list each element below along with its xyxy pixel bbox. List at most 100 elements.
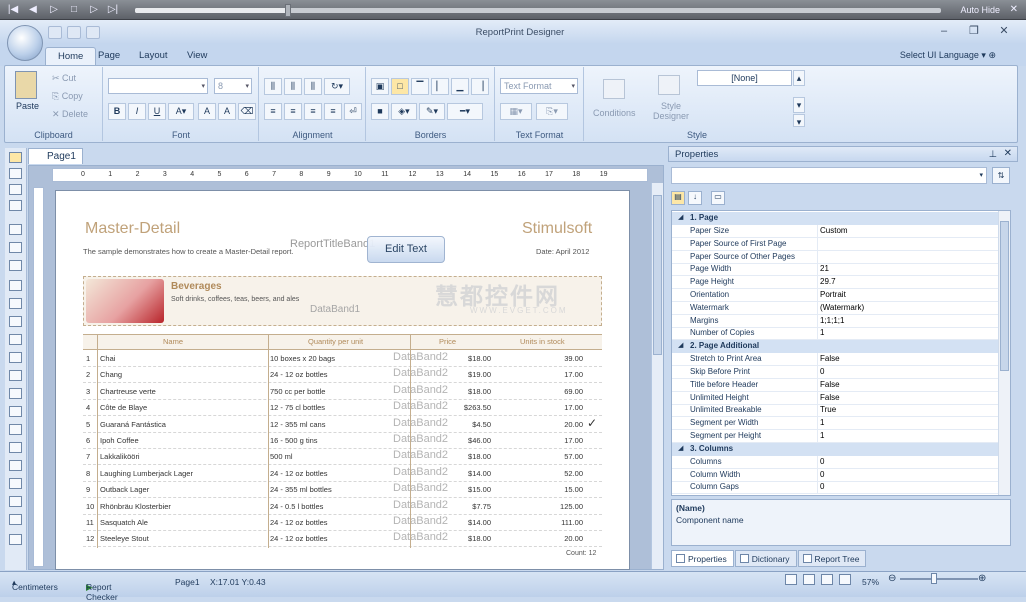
- report-date[interactable]: Date: April 2012: [536, 247, 589, 256]
- property-value[interactable]: False: [820, 380, 840, 389]
- units-selector[interactable]: Centimeters ▴: [12, 577, 58, 592]
- delete-button[interactable]: ✕ Delete: [52, 109, 88, 120]
- save-icon[interactable]: [48, 26, 62, 39]
- line-icon[interactable]: [9, 406, 22, 417]
- shrink-font-icon[interactable]: A: [218, 103, 236, 120]
- underline-button[interactable]: U: [148, 103, 166, 120]
- tab-page1[interactable]: Page1: [28, 148, 83, 164]
- category-description[interactable]: Soft drinks, coffees, teas, beers, and a…: [171, 296, 299, 303]
- grow-font-icon[interactable]: A: [198, 103, 216, 120]
- text-icon[interactable]: [9, 316, 22, 327]
- property-value[interactable]: 21: [820, 264, 829, 273]
- zoom-value[interactable]: 57%: [862, 577, 879, 587]
- more-tools-icon[interactable]: [9, 534, 22, 545]
- alphabetical-icon[interactable]: ↓: [688, 191, 702, 205]
- property-value[interactable]: 1: [820, 431, 824, 440]
- undo-icon[interactable]: [67, 26, 81, 39]
- panel-icon[interactable]: [9, 280, 22, 291]
- category-image[interactable]: [86, 279, 164, 323]
- property-value[interactable]: True: [820, 405, 836, 414]
- border-color-icon[interactable]: ✎▾: [419, 103, 445, 120]
- prev-icon[interactable]: ◀: [26, 3, 40, 17]
- align-bottom-icon[interactable]: ⫼: [304, 78, 322, 95]
- help-icon[interactable]: ⊕: [988, 50, 996, 60]
- paste-icon[interactable]: [15, 71, 37, 99]
- border-bottom-icon[interactable]: ▁: [451, 78, 469, 95]
- cross-band-icon[interactable]: [9, 242, 22, 253]
- canvas-scrollbar[interactable]: [651, 183, 663, 569]
- panel-close-icon[interactable]: ✕: [1004, 148, 1012, 159]
- category-name[interactable]: Beverages: [171, 281, 222, 292]
- progress-knob[interactable]: [285, 4, 292, 17]
- fill-color-icon[interactable]: ◈▾: [391, 103, 417, 120]
- table-band-icon[interactable]: [9, 260, 22, 271]
- collapse-icon[interactable]: ◢: [678, 341, 683, 349]
- more-styles-icon[interactable]: ▾: [793, 114, 805, 127]
- band-icon[interactable]: [9, 224, 22, 235]
- property-row[interactable]: Skip Before Print 0: [672, 366, 999, 379]
- style-designer-icon[interactable]: [658, 75, 680, 95]
- property-row[interactable]: Number of Copies 1: [672, 327, 999, 341]
- property-value[interactable]: 0: [820, 367, 824, 376]
- font-size-combo[interactable]: 8 ▾: [214, 78, 252, 94]
- bold-button[interactable]: B: [108, 103, 126, 120]
- property-row[interactable]: Paper Size Custom: [672, 225, 999, 238]
- rotate-icon[interactable]: ↻▾: [324, 78, 350, 95]
- format-icon[interactable]: ▦▾: [500, 103, 532, 120]
- property-row[interactable]: Watermark (Watermark): [672, 301, 999, 315]
- align-justify-icon[interactable]: ≡: [324, 103, 342, 120]
- view-width-icon[interactable]: [821, 574, 833, 585]
- property-row[interactable]: Column Gaps 0: [672, 481, 999, 495]
- view-page-icon[interactable]: [803, 574, 815, 585]
- property-value[interactable]: False: [820, 354, 840, 363]
- collapse-icon[interactable]: ◢: [678, 444, 683, 452]
- align-left-icon[interactable]: ≡: [264, 103, 282, 120]
- conditions-icon[interactable]: [603, 79, 625, 99]
- property-row[interactable]: Orientation Portrait: [672, 289, 999, 302]
- property-value[interactable]: 0: [820, 457, 824, 466]
- shape-icon[interactable]: [9, 388, 22, 399]
- hand-icon[interactable]: [9, 168, 22, 179]
- view-multiple-icon[interactable]: [839, 574, 851, 585]
- minimize-icon[interactable]: –: [930, 23, 958, 40]
- property-category[interactable]: ◢ 2. Page Additional: [672, 340, 999, 354]
- checkbox-icon[interactable]: [9, 460, 22, 471]
- report-brand[interactable]: Stimulsoft: [522, 220, 592, 238]
- scrollbar-thumb[interactable]: [1000, 221, 1009, 371]
- property-row[interactable]: Columns 0: [672, 455, 999, 469]
- border-style-icon[interactable]: ━▾: [447, 103, 483, 120]
- tab-view[interactable]: View: [175, 47, 219, 66]
- table-row[interactable]: 1 Chai 10 boxes x 20 bags $18.00 39.00 DataBa…: [83, 351, 602, 367]
- image-icon[interactable]: [9, 352, 22, 363]
- property-value[interactable]: 0: [820, 470, 824, 479]
- tab-dictionary[interactable]: Dictionary: [734, 550, 797, 567]
- subreport-icon[interactable]: [9, 478, 22, 489]
- border-left-icon[interactable]: ▏: [431, 78, 449, 95]
- border-all-icon[interactable]: ▣: [371, 78, 389, 95]
- align-top-icon[interactable]: ⫼: [264, 78, 282, 95]
- play-icon[interactable]: ▷: [47, 3, 61, 17]
- stop-icon[interactable]: □: [67, 3, 81, 17]
- style-designer-button[interactable]: Style Designer: [651, 101, 691, 121]
- table-row[interactable]: 7 Lakkalikööri 500 ml $18.00 57.00 DataBand2: [83, 449, 602, 466]
- tab-properties[interactable]: Properties: [671, 550, 734, 567]
- restore-icon[interactable]: ❐: [960, 23, 988, 40]
- barcode-icon[interactable]: [9, 370, 22, 381]
- italic-button[interactable]: I: [128, 103, 146, 120]
- align-center-icon[interactable]: ≡: [284, 103, 302, 120]
- property-grid-scrollbar[interactable]: [998, 211, 1010, 495]
- zoom-slider[interactable]: [900, 578, 978, 580]
- pointer-icon[interactable]: [9, 152, 22, 163]
- property-row[interactable]: Segment per Height 1: [672, 430, 999, 443]
- table-row[interactable]: 11 Sasquatch Ale 24 - 12 oz bottles $14.00 1…: [83, 515, 602, 531]
- property-value[interactable]: 29.7: [820, 277, 836, 286]
- table-row[interactable]: 9 Outback Lager 24 - 355 ml bottles $15.00 1…: [83, 482, 602, 499]
- eraser-icon[interactable]: ⌫: [238, 103, 256, 120]
- table-row[interactable]: 10 Rhönbräu Klosterbier 24 - 0.5 l bottles…: [83, 499, 602, 515]
- skip-forward-icon[interactable]: ▷|: [106, 3, 120, 17]
- conditions-button[interactable]: Conditions: [593, 108, 636, 118]
- align-middle-icon[interactable]: ⫼: [284, 78, 302, 95]
- style-combo[interactable]: [None]: [697, 70, 792, 86]
- zoom-slider-knob[interactable]: [931, 573, 937, 584]
- property-row[interactable]: Unlimited Height False: [672, 391, 999, 405]
